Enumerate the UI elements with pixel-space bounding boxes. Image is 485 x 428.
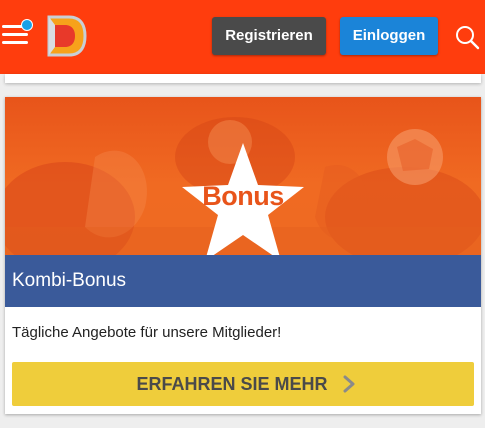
previous-card-bottom [5,74,481,83]
menu-bar [2,33,28,36]
chevron-right-icon [343,375,355,393]
top-header: Registrieren Einloggen [0,0,485,74]
search-icon[interactable] [454,24,480,50]
notification-dot [21,19,33,31]
register-button[interactable]: Registrieren [212,17,326,55]
learn-more-button[interactable]: ERFAHREN SIE MEHR [12,362,474,406]
bonus-badge-text: Bonus [202,181,284,211]
menu-bar [2,41,28,44]
promo-card: Bonus Kombi-Bonus Tägliche Angebote für … [5,97,481,414]
learn-more-label: ERFAHREN SIE MEHR [136,374,328,394]
login-button[interactable]: Einloggen [340,17,438,55]
brand-logo[interactable] [45,13,87,59]
promo-banner-image[interactable]: Bonus [5,97,481,255]
promo-title: Kombi-Bonus [12,270,127,291]
promo-title-band: Kombi-Bonus [5,255,481,307]
promo-description: Tägliche Angebote für unsere Mitglieder! [12,324,282,341]
